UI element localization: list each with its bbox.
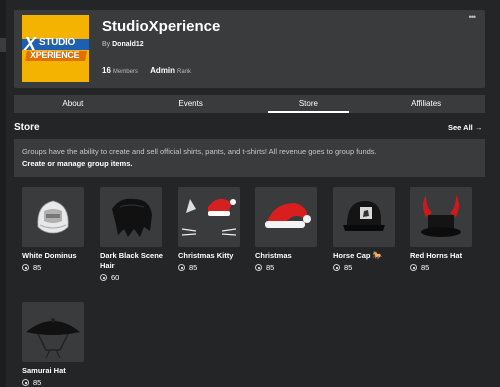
rank-value: Admin [150, 66, 176, 75]
logo-line1: STUDIO [39, 37, 75, 48]
item-price: 85 [178, 263, 242, 272]
item-price: 85 [410, 263, 474, 272]
item-name[interactable]: Red Horns Hat [410, 251, 474, 261]
christmas-kitty-image [181, 198, 237, 236]
price-value: 85 [344, 263, 353, 272]
item-thumbnail[interactable] [410, 187, 472, 247]
by-label: By [102, 41, 111, 48]
red-horns-hat-image [421, 195, 461, 237]
robux-icon [255, 264, 262, 271]
item-thumbnail[interactable] [255, 187, 317, 247]
tab-events[interactable]: Events [132, 95, 250, 113]
item-name[interactable]: Samurai Hat [22, 366, 86, 376]
item-name[interactable]: White Dominus [22, 251, 86, 261]
group-header: X STUDIO XPERIENCE StudioXperience By Do… [14, 10, 485, 88]
price-value: 85 [33, 263, 42, 272]
item-name-text: Horse Cap [333, 251, 371, 260]
robux-icon [410, 264, 417, 271]
item-price: 85 [333, 263, 397, 272]
item-thumbnail[interactable] [100, 187, 162, 247]
scene-hair-image [112, 198, 152, 237]
item-price: 85 [22, 263, 86, 272]
samurai-hat-image [26, 318, 80, 359]
item-thumbnail[interactable] [178, 187, 240, 247]
group-stats: 16 Members Admin Rank [102, 66, 201, 75]
price-value: 85 [33, 378, 42, 387]
horse-badge-icon: 🐎 [372, 251, 383, 260]
item-price: 60 [100, 273, 164, 282]
item-thumbnail[interactable] [333, 187, 395, 247]
price-value: 85 [189, 263, 198, 272]
owner-link[interactable]: Donald12 [112, 41, 144, 48]
store-item[interactable]: Christmas Kitty 85 [178, 187, 242, 272]
logo-line2: XPERIENCE [30, 50, 80, 60]
tab-affiliates[interactable]: Affiliates [367, 95, 485, 113]
store-info-text: Groups have the ability to create and se… [22, 147, 377, 156]
see-all-link[interactable]: See All → [448, 123, 482, 132]
members-count: 16 [102, 66, 111, 75]
group-name: StudioXperience [102, 18, 221, 35]
item-name[interactable]: Horse Cap 🐎 [333, 251, 397, 261]
price-value: 60 [111, 273, 120, 282]
left-sidebar-strip [0, 0, 6, 387]
item-name[interactable]: Christmas [255, 251, 319, 261]
robux-icon [178, 264, 185, 271]
tab-about[interactable]: About [14, 95, 132, 113]
price-value: 85 [421, 263, 430, 272]
item-name[interactable]: Christmas Kitty [178, 251, 242, 261]
store-item[interactable]: Horse Cap 🐎 85 [333, 187, 397, 272]
store-item[interactable]: White Dominus 85 [22, 187, 86, 272]
store-heading: Store [14, 122, 40, 133]
robux-icon [100, 274, 107, 281]
item-price: 85 [255, 263, 319, 272]
manage-items-link[interactable]: Create or manage group items. [22, 159, 132, 168]
group-logo[interactable]: X STUDIO XPERIENCE [22, 15, 89, 82]
robux-icon [22, 264, 29, 271]
robux-icon [22, 379, 29, 386]
item-price: 85 [22, 378, 86, 387]
item-thumbnail[interactable] [22, 302, 84, 362]
item-thumbnail[interactable] [22, 187, 84, 247]
price-value: 85 [266, 263, 275, 272]
more-dots-icon[interactable]: ••• [469, 12, 477, 22]
horse-cap-image [343, 201, 385, 231]
group-owner-line: By Donald12 [102, 41, 144, 48]
group-tabs: About Events Store Affiliates [14, 95, 485, 113]
santa-hat-image [265, 203, 311, 228]
robux-icon [333, 264, 340, 271]
item-name[interactable]: Dark Black Scene Hair [100, 251, 164, 271]
store-item[interactable]: Samurai Hat 85 [22, 302, 86, 387]
tab-store[interactable]: Store [250, 95, 368, 113]
store-item[interactable]: Dark Black Scene Hair 60 [100, 187, 164, 282]
store-item[interactable]: Christmas 85 [255, 187, 319, 272]
rank-label: Rank [177, 69, 192, 75]
members-label: Members [112, 69, 138, 75]
store-item[interactable]: Red Horns Hat 85 [410, 187, 474, 272]
sidebar-marker [0, 38, 6, 52]
white-dominus-image [37, 200, 69, 234]
store-info-panel: Groups have the ability to create and se… [14, 139, 485, 177]
